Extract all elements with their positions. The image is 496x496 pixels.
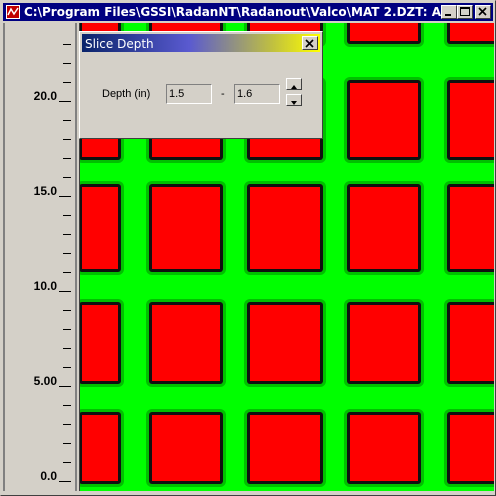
maximize-icon bbox=[460, 7, 470, 16]
grid-cell bbox=[152, 187, 220, 269]
app-icon bbox=[6, 5, 20, 19]
ruler-label-10: 10.0 bbox=[33, 279, 57, 293]
ruler-minor-tick bbox=[63, 63, 71, 64]
grid-cell bbox=[152, 415, 220, 481]
ruler-minor-tick bbox=[63, 367, 71, 368]
dialog-close-button[interactable] bbox=[302, 36, 318, 50]
ruler-minor-tick bbox=[63, 253, 71, 254]
ruler-minor-tick bbox=[63, 443, 71, 444]
close-icon bbox=[305, 39, 314, 48]
depth-separator: - bbox=[221, 88, 225, 100]
grid-cell bbox=[82, 305, 118, 381]
minimize-button[interactable] bbox=[441, 5, 457, 19]
arrow-down-icon bbox=[291, 101, 297, 105]
grid-cell bbox=[250, 415, 320, 481]
ruler-major-tick bbox=[59, 386, 71, 387]
ruler-label-15: 15.0 bbox=[33, 184, 57, 198]
grid-cell bbox=[350, 83, 418, 157]
dialog-title-bar[interactable]: Slice Depth bbox=[82, 34, 320, 52]
ruler-minor-tick bbox=[63, 462, 71, 463]
grid-cell bbox=[450, 187, 494, 269]
ruler-minor-tick bbox=[63, 44, 71, 45]
grid-cell bbox=[450, 23, 494, 41]
ruler-minor-tick bbox=[63, 177, 71, 178]
minimize-icon bbox=[445, 14, 451, 16]
ruler-major-tick bbox=[59, 291, 71, 292]
grid-cell bbox=[250, 305, 320, 381]
grid-cell bbox=[82, 187, 118, 269]
ruler-minor-tick bbox=[63, 348, 71, 349]
grid-cell bbox=[350, 305, 418, 381]
ruler-minor-tick bbox=[63, 405, 71, 406]
grid-cell bbox=[250, 187, 320, 269]
grid-cell bbox=[350, 415, 418, 481]
ruler-minor-tick bbox=[63, 310, 71, 311]
close-icon bbox=[478, 7, 487, 16]
depth-spin-down[interactable] bbox=[286, 94, 302, 106]
ruler-minor-tick bbox=[63, 215, 71, 216]
ruler-major-tick bbox=[59, 101, 71, 102]
maximize-button[interactable] bbox=[457, 5, 473, 19]
title-bar[interactable]: C:\Program Files\GSSI\RadanNT\Radanout\V… bbox=[3, 3, 493, 21]
grid-cell bbox=[450, 305, 494, 381]
ruler-minor-tick bbox=[63, 272, 71, 273]
depth-label: Depth (in) bbox=[102, 88, 151, 100]
ruler-major-tick bbox=[59, 196, 71, 197]
slice-depth-dialog: Slice Depth Depth (in) 1.5 - 1.6 bbox=[79, 31, 323, 139]
ruler-label-0: 0.0 bbox=[40, 469, 57, 483]
grid-cell bbox=[350, 23, 418, 41]
ruler-minor-tick bbox=[63, 234, 71, 235]
grid-cell bbox=[152, 305, 220, 381]
arrow-up-icon bbox=[291, 85, 297, 89]
depth-spin-up[interactable] bbox=[286, 78, 302, 90]
window-title: C:\Program Files\GSSI\RadanNT\Radanout\V… bbox=[24, 5, 462, 19]
ruler-minor-tick bbox=[63, 158, 71, 159]
ruler-minor-tick bbox=[63, 139, 71, 140]
ruler-minor-tick bbox=[63, 82, 71, 83]
depth-from-field[interactable]: 1.5 bbox=[166, 84, 212, 104]
grid-cell bbox=[450, 415, 494, 481]
ruler-minor-tick bbox=[63, 329, 71, 330]
depth-ruler: 20.0 15.0 10.0 5.00 0.0 bbox=[5, 23, 77, 491]
depth-to-field[interactable]: 1.6 bbox=[234, 84, 280, 104]
ruler-major-tick bbox=[59, 481, 71, 482]
ruler-minor-tick bbox=[63, 120, 71, 121]
close-button[interactable] bbox=[475, 5, 491, 19]
ruler-label-5: 5.00 bbox=[33, 374, 57, 388]
ruler-label-20: 20.0 bbox=[33, 89, 57, 103]
grid-cell bbox=[82, 415, 118, 481]
grid-cell bbox=[450, 83, 494, 157]
grid-cell bbox=[350, 187, 418, 269]
app-window: C:\Program Files\GSSI\RadanNT\Radanout\V… bbox=[0, 0, 496, 496]
ruler-minor-tick bbox=[63, 424, 71, 425]
dialog-title: Slice Depth bbox=[85, 37, 154, 51]
